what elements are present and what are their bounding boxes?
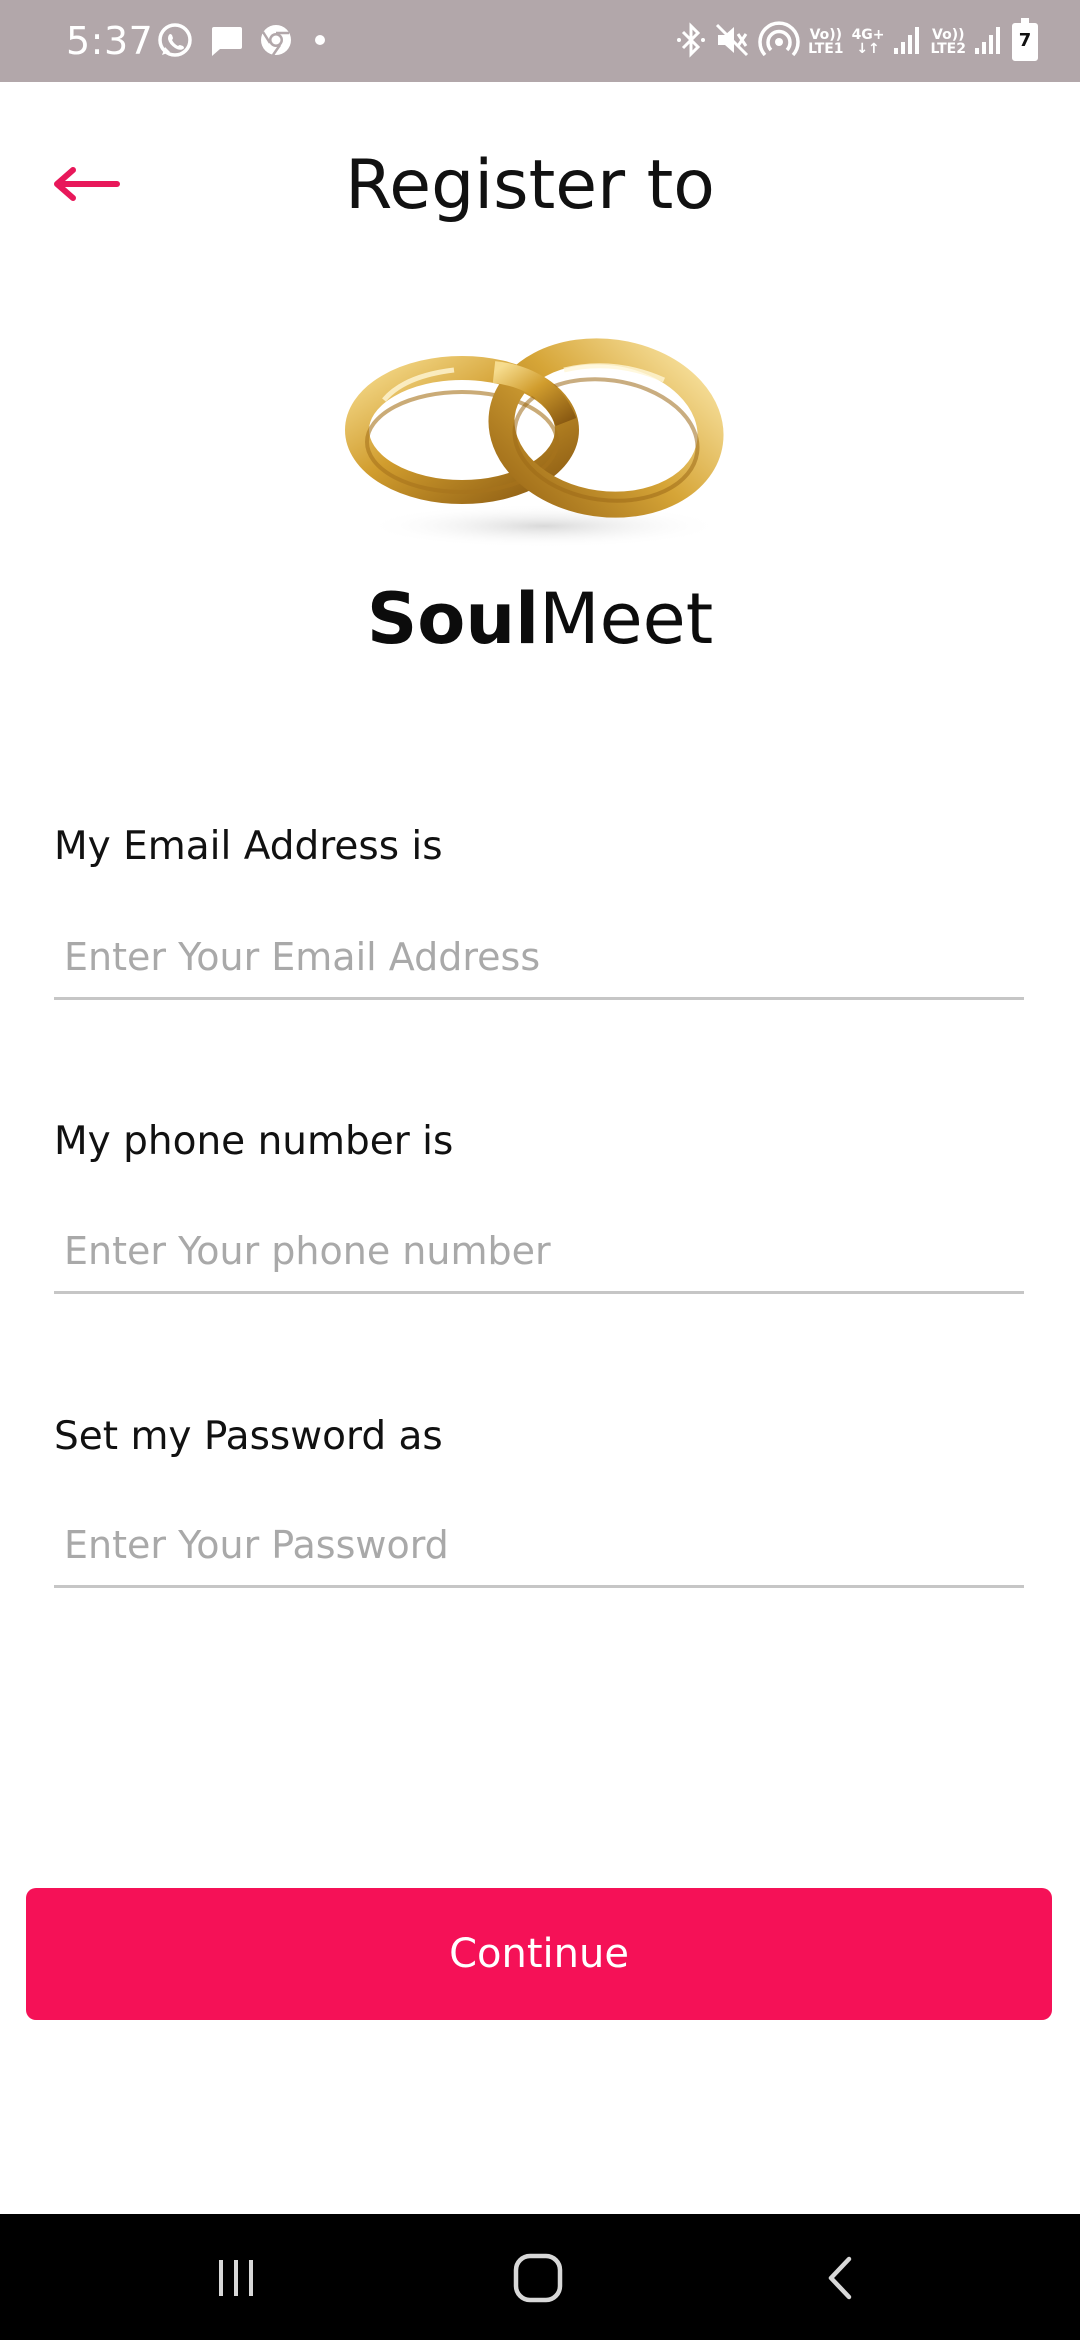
battery-icon: 7 (1012, 18, 1038, 61)
home-icon (513, 2253, 563, 2303)
notification-icons (156, 22, 332, 62)
message-icon (208, 22, 244, 62)
recent-apps-icon (219, 2260, 253, 2296)
wedding-rings-icon (344, 330, 736, 550)
lte2-icon: Vo)) LTE2 (930, 27, 966, 57)
mute-icon (714, 22, 750, 62)
status-bar: 5:37 Vo)) LTE1 4G+ ↓↑ Vo)) LTE2 7 (0, 0, 1080, 82)
brand-name-bold: Soul (366, 578, 540, 660)
hotspot-icon (758, 20, 800, 64)
navigation-bar (0, 2214, 1080, 2340)
status-time: 5:37 (66, 19, 154, 63)
back-icon (828, 2256, 852, 2300)
signal-icon (893, 24, 923, 60)
phone-label: My phone number is (54, 1119, 454, 1164)
home-button[interactable] (493, 2238, 583, 2318)
nav-back-button[interactable] (796, 2238, 886, 2318)
4g-icon: 4G+ ↓↑ (851, 27, 885, 57)
password-label: Set my Password as (54, 1414, 443, 1459)
dot-icon (308, 28, 332, 56)
email-label: My Email Address is (54, 824, 443, 869)
chrome-icon (258, 22, 294, 62)
signal-icon (974, 24, 1004, 60)
bluetooth-icon (676, 21, 706, 63)
system-icons: Vo)) LTE1 4G+ ↓↑ Vo)) LTE2 7 (676, 18, 1038, 64)
brand-name-regular: Meet (539, 578, 714, 660)
continue-button[interactable]: Continue (26, 1888, 1052, 2020)
password-field[interactable] (54, 1504, 1024, 1588)
page-title: Register to (345, 146, 715, 225)
brand-name: SoulMeet (0, 572, 1080, 666)
lte1-icon: Vo)) LTE1 (808, 27, 844, 57)
recent-apps-button[interactable] (191, 2238, 281, 2318)
email-field[interactable] (54, 916, 1024, 1000)
whatsapp-icon (156, 21, 194, 63)
phone-field[interactable] (54, 1210, 1024, 1294)
